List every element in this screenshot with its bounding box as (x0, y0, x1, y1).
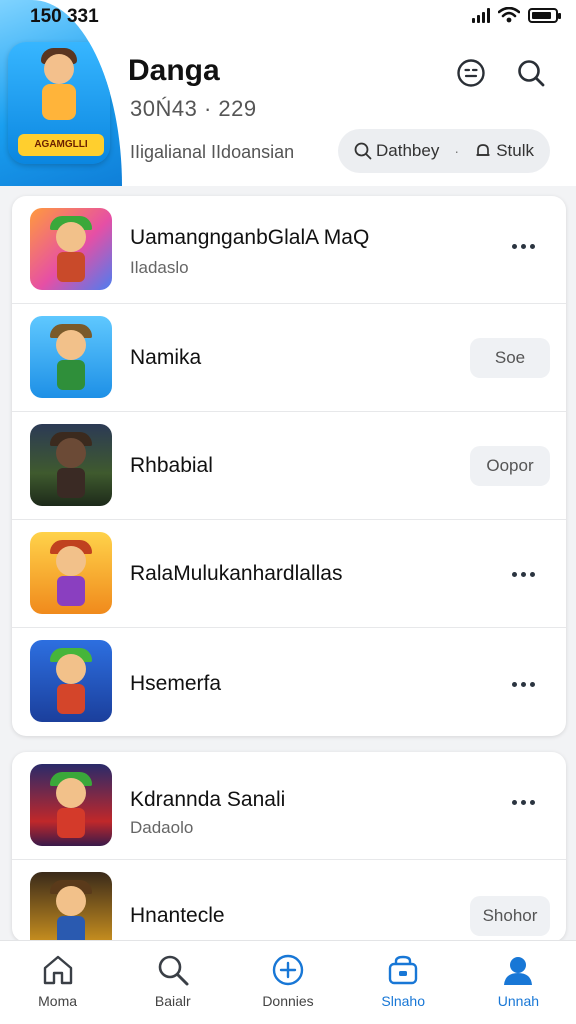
plus-circle-icon (272, 954, 304, 986)
list-item[interactable]: Kdrannda Sanali Dadaolo (12, 752, 566, 860)
home-icon (43, 955, 72, 985)
nav-profile[interactable]: Unnah (461, 941, 576, 1024)
search-button[interactable] (514, 56, 548, 90)
logo-badge: AGAMGLLI (18, 134, 104, 156)
filter-pill[interactable]: Dathbey · Stulk (338, 129, 550, 173)
pill-search[interactable]: Dathbey (354, 141, 439, 161)
nav-add-label: Donnies (262, 993, 314, 1009)
item-title: Kdrannda Sanali (130, 788, 286, 811)
item-subtitle: Dadaolo (130, 818, 194, 837)
item-title: Rhbabial (130, 454, 213, 477)
item-action-button[interactable]: Shohor (470, 896, 550, 936)
list-item[interactable]: Namika Soe (12, 304, 566, 412)
nav-home-label: Moma (38, 993, 78, 1009)
item-title: Namika (130, 346, 202, 369)
item-subtitle: Iladaslo (130, 258, 189, 277)
app-list-card: Kdrannda Sanali Dadaolo Hnantecle Shohor (12, 752, 566, 942)
search-icon (518, 60, 545, 87)
list-item[interactable]: Hsemerfa (12, 628, 566, 736)
status-bar: 150 331 (0, 0, 576, 34)
app-thumbnail (30, 316, 112, 398)
header-actions (454, 56, 548, 90)
status-icons (472, 7, 561, 23)
pill-notify-label: Stulk (496, 141, 534, 160)
bottom-nav: Moma Baialr Donnies Slnaho Unnah (0, 940, 576, 1024)
pill-notify[interactable]: Stulk (474, 141, 534, 161)
app-title: Danga (128, 54, 220, 87)
bell-icon (476, 144, 490, 156)
app-thumbnail (30, 424, 112, 506)
pill-search-label: Dathbey (376, 141, 440, 160)
list-item[interactable]: RalaMulukanhardlallas (12, 520, 566, 628)
more-options-button[interactable] (508, 792, 538, 812)
search-icon (354, 142, 372, 160)
status-time: 150 331 (30, 6, 99, 27)
nav-store-label: Slnaho (381, 993, 425, 1009)
app-thumbnail (30, 872, 112, 942)
app-stats: 30Ń43 · 229 (130, 96, 257, 121)
app-thumbnail (30, 532, 112, 614)
item-title: UamangnganbGlalA MaQ (130, 226, 370, 249)
emoji-button[interactable] (454, 56, 488, 90)
more-options-button[interactable] (508, 236, 538, 256)
app-subtitle: IIigalianal IIdoansian (130, 142, 295, 162)
nav-search[interactable]: Baialr (115, 941, 230, 1024)
app-logo[interactable]: AGAMGLLI (8, 42, 110, 164)
list-item[interactable]: UamangnganbGlalA MaQ Iladaslo (12, 196, 566, 304)
nav-store[interactable]: Slnaho (346, 941, 461, 1024)
app-thumbnail (30, 640, 112, 722)
item-action-button[interactable]: Oopor (470, 446, 550, 486)
item-title: RalaMulukanhardlallas (130, 562, 343, 585)
nav-home[interactable]: Moma (0, 941, 115, 1024)
nav-profile-label: Unnah (497, 993, 540, 1009)
smile-icon (457, 59, 485, 87)
list-item[interactable]: Hnantecle Shohor (12, 860, 566, 942)
app-thumbnail (30, 764, 112, 846)
signal-icon (472, 7, 490, 23)
more-options-button[interactable] (508, 564, 538, 584)
pill-separator: · (454, 143, 460, 159)
list-item[interactable]: Rhbabial Oopor (12, 412, 566, 520)
nav-search-label: Baialr (154, 993, 191, 1009)
nav-add[interactable]: Donnies (230, 941, 345, 1024)
item-action-button[interactable]: Soe (470, 338, 550, 378)
store-icon (389, 955, 418, 985)
battery-icon (528, 7, 561, 23)
profile-icon (504, 957, 533, 985)
item-title: Hsemerfa (130, 672, 222, 695)
search-icon (158, 955, 189, 986)
wifi-icon (498, 7, 520, 23)
app-thumbnail (30, 208, 112, 290)
more-options-button[interactable] (508, 674, 538, 694)
item-title: Hnantecle (130, 904, 225, 927)
app-list-card: UamangnganbGlalA MaQ Iladaslo Namika Soe… (12, 196, 566, 736)
